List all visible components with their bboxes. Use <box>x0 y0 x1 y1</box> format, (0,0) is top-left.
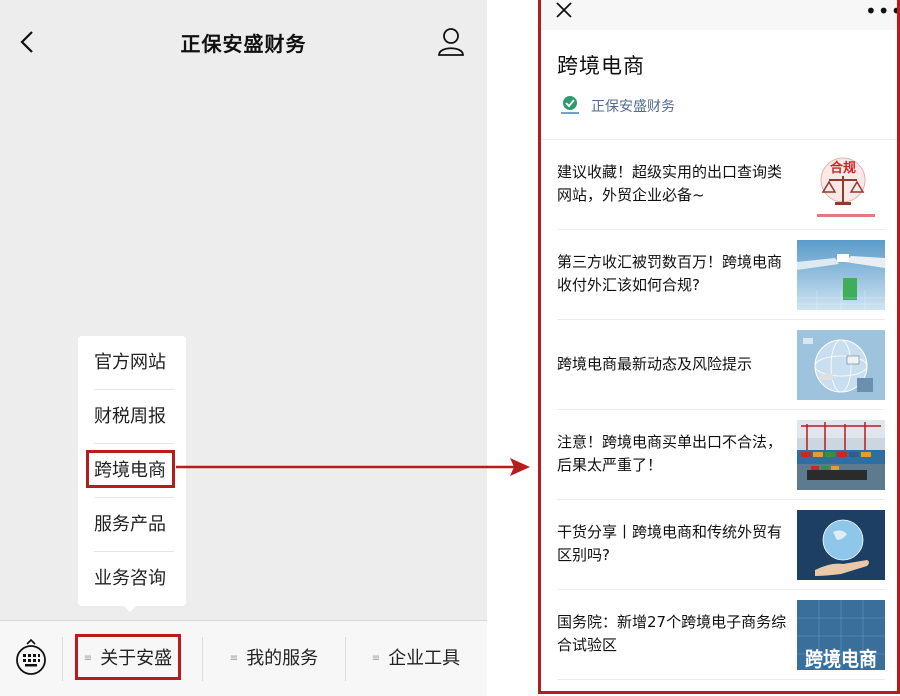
compliance-scale-thumbnail: 合规 <box>807 146 885 224</box>
submenu-item-official-site[interactable]: 官方网站 <box>94 336 174 390</box>
custom-menu-bar: ≡ 关于安盛 ≡ 我的服务 ≡ 企业工具 <box>0 620 487 696</box>
thumbnail-text: 跨境电商 <box>805 647 877 670</box>
account-name-link[interactable]: 正保安盛财务 <box>591 96 675 116</box>
album-title: 跨境电商 <box>557 54 645 78</box>
article-item[interactable]: 干货分享丨跨境电商和传统外贸有区别吗? <box>557 500 885 590</box>
menu-separator <box>202 637 203 681</box>
globe-in-hand-thumbnail <box>797 510 885 580</box>
container-port-thumbnail <box>797 420 885 490</box>
account-title: 正保安盛财务 <box>180 32 307 56</box>
article-title: 建议收藏！超级实用的出口查询类网站，外贸企业必备~ <box>557 163 783 204</box>
red-arrow <box>176 458 530 476</box>
keyboard-icon[interactable] <box>14 639 48 675</box>
account-logo-icon[interactable] <box>559 94 581 116</box>
article-item[interactable]: 注意！跨境电商买单出口不合法，后果太严重了！ <box>557 410 885 500</box>
menu-tab-my-services[interactable]: ≡ 我的服务 <box>212 621 336 696</box>
divider <box>557 679 885 680</box>
article-title: 注意！跨境电商买单出口不合法，后果太严重了！ <box>557 433 783 474</box>
webview-top-bar: ••• <box>541 0 897 30</box>
popup-caret <box>122 604 138 612</box>
article-album-screen: ••• 跨境电商 正保安盛财务 建议收藏！超级实用的出口查询类网站，外贸企业必备… <box>538 0 900 694</box>
article-title: 干货分享丨跨境电商和传统外贸有区别吗? <box>557 523 783 564</box>
more-icon[interactable]: ••• <box>865 1 897 21</box>
navigation-bar: 正保安盛财务 <box>0 0 487 86</box>
submenu-lines-icon: ≡ <box>229 653 239 664</box>
menu-separator <box>62 637 63 681</box>
submenu-item-tax-weekly[interactable]: 财税周报 <box>94 390 174 444</box>
thumbnail-text: 合规 <box>830 160 856 176</box>
article-title: 第三方收汇被罚数百万！跨境电商收付外汇该如何合规? <box>557 253 783 294</box>
wechat-official-account-screen: 正保安盛财务 官方网站 财税周报 跨境电商 服务产品 业务咨询 ≡ 关于安盛 ≡… <box>0 0 487 696</box>
submenu-item-business-consulting[interactable]: 业务咨询 <box>94 552 174 606</box>
highlight-box-menu-tab <box>75 634 181 680</box>
cross-border-ecommerce-thumbnail: 跨境电商 <box>797 600 885 670</box>
article-item[interactable]: 第三方收汇被罚数百万！跨境电商收付外汇该如何合规? <box>557 230 885 320</box>
globe-network-thumbnail <box>797 330 885 400</box>
article-item[interactable]: 国务院：新增27个跨境电子商务综合试验区 跨境电商 <box>557 590 885 680</box>
article-item[interactable]: 建议收藏！超级实用的出口查询类网站，外贸企业必备~ 合规 <box>557 140 885 230</box>
menu-separator <box>345 637 346 681</box>
submenu-lines-icon: ≡ <box>371 653 381 664</box>
article-item[interactable]: 跨境电商最新动态及风险提示 <box>557 320 885 410</box>
close-icon[interactable] <box>555 2 573 20</box>
article-title: 国务院：新增27个跨境电子商务综合试验区 <box>557 613 787 654</box>
menu-tab-label: 企业工具 <box>388 648 461 669</box>
payment-handshake-thumbnail <box>797 240 885 310</box>
menu-tab-label: 我的服务 <box>246 648 319 669</box>
highlight-box-submenu <box>86 450 175 488</box>
menu-tab-enterprise-tools[interactable]: ≡ 企业工具 <box>352 621 480 696</box>
submenu-item-service-products[interactable]: 服务产品 <box>94 498 174 552</box>
article-title: 跨境电商最新动态及风险提示 <box>557 355 753 373</box>
profile-icon[interactable] <box>436 26 466 58</box>
